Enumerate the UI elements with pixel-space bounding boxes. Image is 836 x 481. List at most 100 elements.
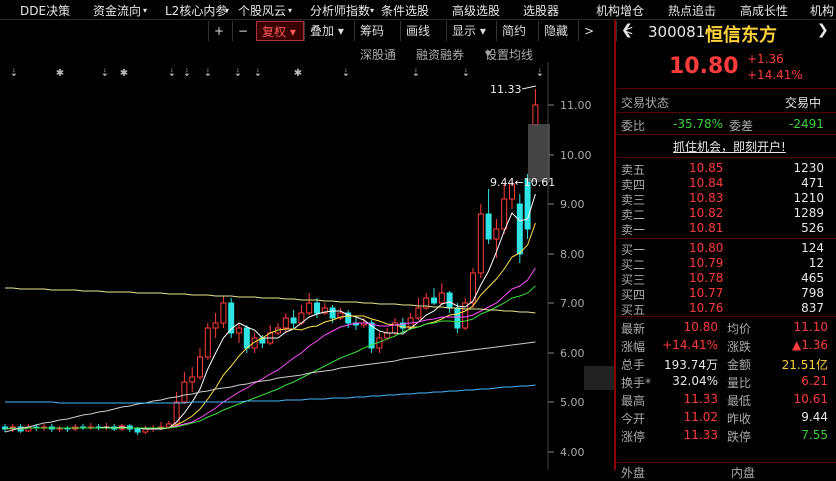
simple-mode-button[interactable]: 简约 xyxy=(496,21,536,41)
stat-label: 昨收 xyxy=(727,412,752,426)
price-change: +1.36 xyxy=(747,52,784,66)
ask-vol: 526 xyxy=(801,221,824,235)
y-tick-label: 7.00 xyxy=(560,297,585,310)
event-marker-icon: ⇣ xyxy=(254,68,262,79)
ask-price: 10.83 xyxy=(689,191,724,205)
ask-vol: 1210 xyxy=(793,191,824,205)
candle-body xyxy=(290,317,297,324)
ask-vol: 1289 xyxy=(793,206,824,220)
y-tick-label: 4.00 xyxy=(560,446,585,459)
high-price-pointer xyxy=(521,85,537,90)
menu-item[interactable]: 机构增仓 xyxy=(596,2,644,19)
stat-label: 涨停 xyxy=(621,430,646,444)
event-marker-icon: ⇣ xyxy=(536,68,544,79)
display-label: 显示 xyxy=(452,24,477,38)
divider xyxy=(617,238,836,239)
candle-body xyxy=(282,317,289,329)
candle-body xyxy=(446,292,453,309)
event-marker-icon: ✱ xyxy=(294,68,302,79)
menu-item[interactable]: 机构 xyxy=(810,2,834,19)
stat-value: 21.51亿 xyxy=(781,358,828,372)
event-marker-icon: ⇣ xyxy=(462,68,470,79)
ask-price: 10.82 xyxy=(689,206,724,220)
bid-price: 10.76 xyxy=(689,301,724,315)
stat-label: 跌停 xyxy=(727,430,752,444)
bid-vol: 12 xyxy=(808,256,824,270)
event-marker-icon: ⇣ xyxy=(204,68,212,79)
menu-item[interactable]: L2核心内参 xyxy=(165,2,227,19)
weibi-label: 委比 xyxy=(621,119,646,133)
stat-value: 10.61 xyxy=(793,392,828,406)
set-ma-dropdown[interactable]: 设置均线 ▾ xyxy=(485,46,533,62)
hide-button[interactable]: 隐藏 xyxy=(538,21,576,41)
divider xyxy=(617,88,836,89)
bottom-label: 外盘 xyxy=(621,466,646,480)
candle-body xyxy=(493,228,500,240)
candle-body xyxy=(204,327,211,358)
stat-label: 量比 xyxy=(727,376,752,390)
margin-trading-button[interactable]: 融资融券 xyxy=(416,46,464,63)
menu-item[interactable]: 分析师指数 xyxy=(310,2,370,19)
menu-item[interactable]: 热点追击 xyxy=(668,2,716,19)
overlay-label: 叠加 xyxy=(310,24,335,38)
chevron-down-icon: ▾ xyxy=(225,6,230,15)
draw-line-button[interactable]: 画线 xyxy=(400,21,440,41)
stat-label: 涨幅 xyxy=(621,340,646,354)
fuquan-dropdown[interactable]: 复权 ▾ xyxy=(256,21,304,41)
ask-price: 10.81 xyxy=(689,221,724,235)
candle-body xyxy=(134,428,141,433)
prev-stock-arrow-icon[interactable]: ❮ xyxy=(621,22,633,38)
menu-item[interactable]: 高级选股 xyxy=(452,2,500,19)
candle-body xyxy=(532,104,539,126)
menu-item[interactable]: 高成长性 xyxy=(740,2,788,19)
weibi-value: -35.78% xyxy=(673,117,724,131)
divider xyxy=(617,112,836,113)
bottom-label: 内盘 xyxy=(731,466,756,480)
stat-label: 最新 xyxy=(621,322,646,336)
menu-item[interactable]: DDE决策 xyxy=(20,2,70,19)
trade-status-label: 交易状态 xyxy=(621,96,670,110)
event-marker-icon: ⇣ xyxy=(234,68,242,79)
next-stock-arrow-icon[interactable]: ❯ xyxy=(817,22,829,38)
event-marker-icon: ⇣ xyxy=(168,68,176,79)
next-arrow-icon[interactable]: > xyxy=(578,21,594,41)
bid-price: 10.77 xyxy=(689,286,724,300)
menu-item[interactable]: 选股器 xyxy=(523,2,559,19)
ask-vol: 471 xyxy=(801,176,824,190)
menu-item[interactable]: 个股风云 xyxy=(238,2,286,19)
candle-body xyxy=(485,213,492,240)
kline-chart[interactable]: 11.00 10.00 9.00 8.00 7.00 6.00 5.00 4.00 ⇣ ✱ ⇣ ✱ ⇣ ⇣… xyxy=(0,62,614,470)
event-marker-icon: ✱ xyxy=(120,68,128,79)
overlay-dropdown[interactable]: 叠加 ▾ xyxy=(304,21,352,41)
open-account-link[interactable]: 抓住机会，即刻开户! xyxy=(673,138,786,155)
stat-value: 10.80 xyxy=(683,320,718,334)
stat-label: 总手 xyxy=(621,358,646,372)
chips-button[interactable]: 筹码 xyxy=(354,21,394,41)
candle-body xyxy=(220,302,227,324)
candle-body xyxy=(243,327,250,349)
stat-label: 最高 xyxy=(621,394,646,408)
candle-body xyxy=(501,198,508,230)
display-dropdown[interactable]: 显示 ▾ xyxy=(446,21,494,41)
chevron-down-icon: ▾ xyxy=(334,24,344,38)
candle-body xyxy=(212,322,219,329)
zoom-in-button[interactable]: + xyxy=(208,21,230,41)
menu-item[interactable]: 资金流向 xyxy=(93,2,141,19)
divider xyxy=(617,134,836,135)
candle-body xyxy=(197,356,203,378)
y-tick-label: 5.00 xyxy=(560,396,585,409)
stat-value: 9.44 xyxy=(801,410,828,424)
stat-label: 今开 xyxy=(621,412,646,426)
stat-label: 最低 xyxy=(727,394,752,408)
menu-item[interactable]: 条件选股 xyxy=(381,2,429,19)
deep-link-button[interactable]: 深股通 xyxy=(360,46,396,63)
bid-vol: 837 xyxy=(801,301,824,315)
ask-label: 卖一 xyxy=(621,223,646,237)
zoom-out-button[interactable]: − xyxy=(232,21,254,41)
ask-vol: 1230 xyxy=(793,161,824,175)
stat-value: 193.74万 xyxy=(664,358,718,372)
side-panel-button xyxy=(584,366,614,390)
stat-value: 11.33 xyxy=(683,428,718,442)
ma20-line xyxy=(4,267,536,430)
bid-vol: 465 xyxy=(801,271,824,285)
